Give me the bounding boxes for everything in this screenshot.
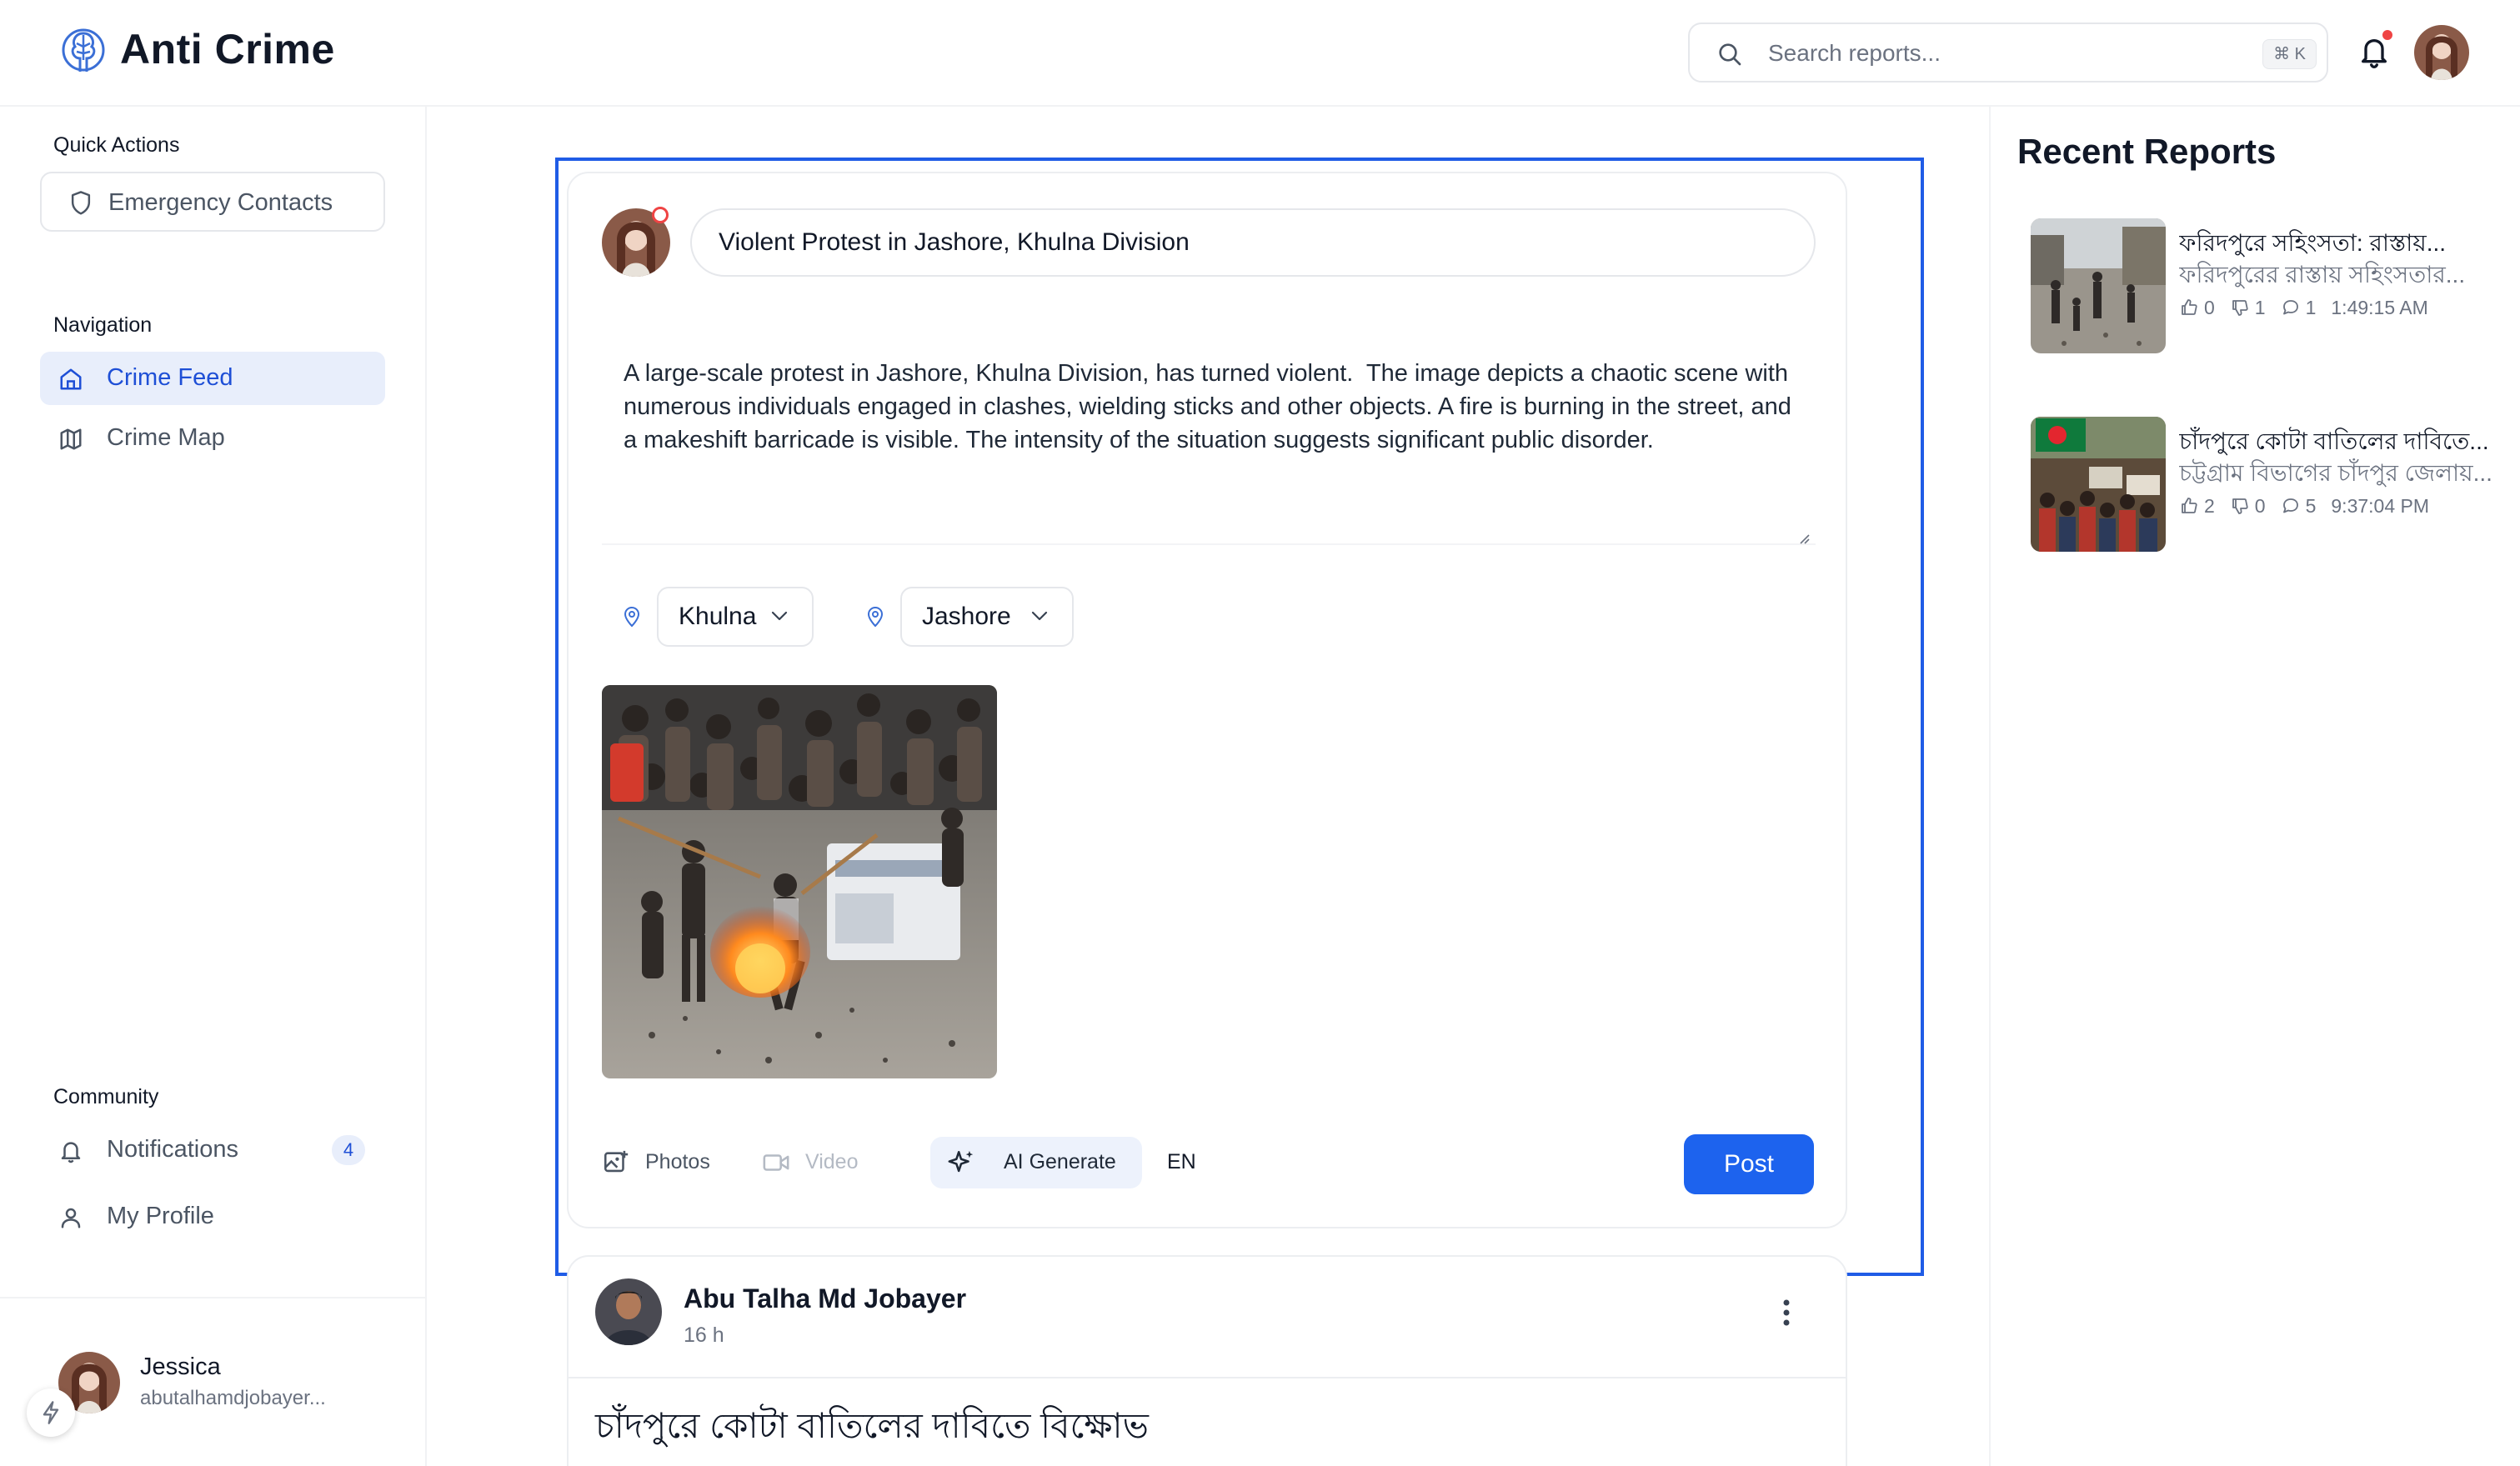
likes-count: 0 xyxy=(2204,296,2215,318)
recent-reports-panel: Recent Reports ফরিদপুরে সহিংসতা: রাস্তায… xyxy=(1989,107,2520,1466)
post-timestamp: 16 h xyxy=(684,1323,724,1347)
nav-item-label: Crime Map xyxy=(107,424,225,451)
navigation-label: Navigation xyxy=(53,313,153,337)
home-icon xyxy=(60,368,82,390)
app-header: Anti Crime ⌘ K xyxy=(0,0,2520,107)
feed-post: Abu Talha Md Jobayer 16 h চাঁদপুরে কোটা … xyxy=(567,1255,1847,1466)
community-label: Community xyxy=(53,1085,159,1108)
post-author-avatar[interactable] xyxy=(595,1278,662,1345)
nav-item-my-profile[interactable]: My Profile xyxy=(40,1190,385,1243)
nav-item-label: Notifications xyxy=(107,1136,238,1163)
quick-actions-label: Quick Actions xyxy=(53,133,180,157)
divider xyxy=(0,1297,427,1298)
thumbs-down-icon xyxy=(2232,498,2248,514)
brain-logo-icon xyxy=(62,28,105,72)
user-avatar[interactable] xyxy=(2414,25,2469,80)
report-time: 9:37:04 PM xyxy=(2331,494,2430,517)
map-icon xyxy=(60,428,82,450)
current-user-email: abutalhamdjobayer... xyxy=(140,1387,326,1409)
likes-count: 2 xyxy=(2204,494,2215,517)
thumbs-up-icon xyxy=(2182,498,2197,513)
user-icon xyxy=(61,1208,81,1228)
more-options-icon[interactable] xyxy=(1782,1298,1791,1327)
post-author-name[interactable]: Abu Talha Md Jobayer xyxy=(684,1283,966,1314)
recent-report-item[interactable]: ফরিদপুরে সহিংসতা: রাস্তায়... ফরিদপুরের … xyxy=(2031,218,2514,353)
divider xyxy=(569,1377,1846,1378)
emergency-contacts-label: Emergency Contacts xyxy=(108,189,333,216)
nav-item-notifications[interactable]: Notifications 4 xyxy=(40,1123,385,1177)
nav-item-crime-map[interactable]: Crime Map xyxy=(40,412,385,465)
current-user-name: Jessica xyxy=(140,1353,221,1380)
thumbs-down-icon xyxy=(2232,300,2248,316)
emergency-contacts-button[interactable]: Emergency Contacts xyxy=(40,172,385,232)
dislikes-count: 0 xyxy=(2254,494,2266,517)
quick-action-button[interactable] xyxy=(27,1388,75,1437)
nav-item-label: My Profile xyxy=(107,1203,214,1229)
app-title: Anti Crime xyxy=(120,26,335,73)
shield-icon xyxy=(71,191,91,215)
nav-item-label: Crime Feed xyxy=(107,364,233,391)
notification-dot xyxy=(2381,28,2394,42)
search-input[interactable] xyxy=(1768,34,2185,73)
bell-icon xyxy=(61,1142,81,1163)
report-meta: 0 1 1 1:49:15 AM xyxy=(2179,295,2443,320)
recent-reports-title: Recent Reports xyxy=(2017,132,2277,171)
comment-icon xyxy=(2282,498,2298,513)
search-icon xyxy=(1719,43,1741,66)
search-box[interactable]: ⌘ K xyxy=(1688,23,2328,83)
report-subtitle: ফরিদপুরের রাস্তায় সহিংসতার... xyxy=(2179,262,2466,288)
sidebar: Quick Actions Emergency Contacts Navigat… xyxy=(0,107,427,1466)
report-subtitle: চট্টগ্রাম বিভাগের চাঁদপুর জেলায়... xyxy=(2179,460,2492,486)
notifications-count-badge: 4 xyxy=(332,1135,365,1165)
report-thumbnail xyxy=(2031,417,2166,552)
thumbs-up-icon xyxy=(2182,299,2197,315)
dislikes-count: 1 xyxy=(2254,296,2266,318)
post-title[interactable]: চাঁদপুরে কোটা বাতিলের দাবিতে বিক্ষোভ xyxy=(595,1398,1149,1458)
recent-report-item[interactable]: চাঁদপুরে কোটা বাতিলের দাবিতে... চট্টগ্রা… xyxy=(2031,417,2514,552)
nav-item-crime-feed[interactable]: Crime Feed xyxy=(40,352,385,405)
comments-count: 1 xyxy=(2305,296,2317,318)
lightning-icon xyxy=(43,1401,59,1424)
report-thumbnail xyxy=(2031,218,2166,353)
selection-highlight xyxy=(555,158,1924,1276)
search-shortcut-hint: ⌘ K xyxy=(2262,39,2317,69)
comments-count: 5 xyxy=(2305,494,2317,517)
comment-icon xyxy=(2282,300,2298,315)
report-meta: 2 0 5 9:37:04 PM xyxy=(2179,493,2444,518)
report-time: 1:49:15 AM xyxy=(2331,296,2428,318)
